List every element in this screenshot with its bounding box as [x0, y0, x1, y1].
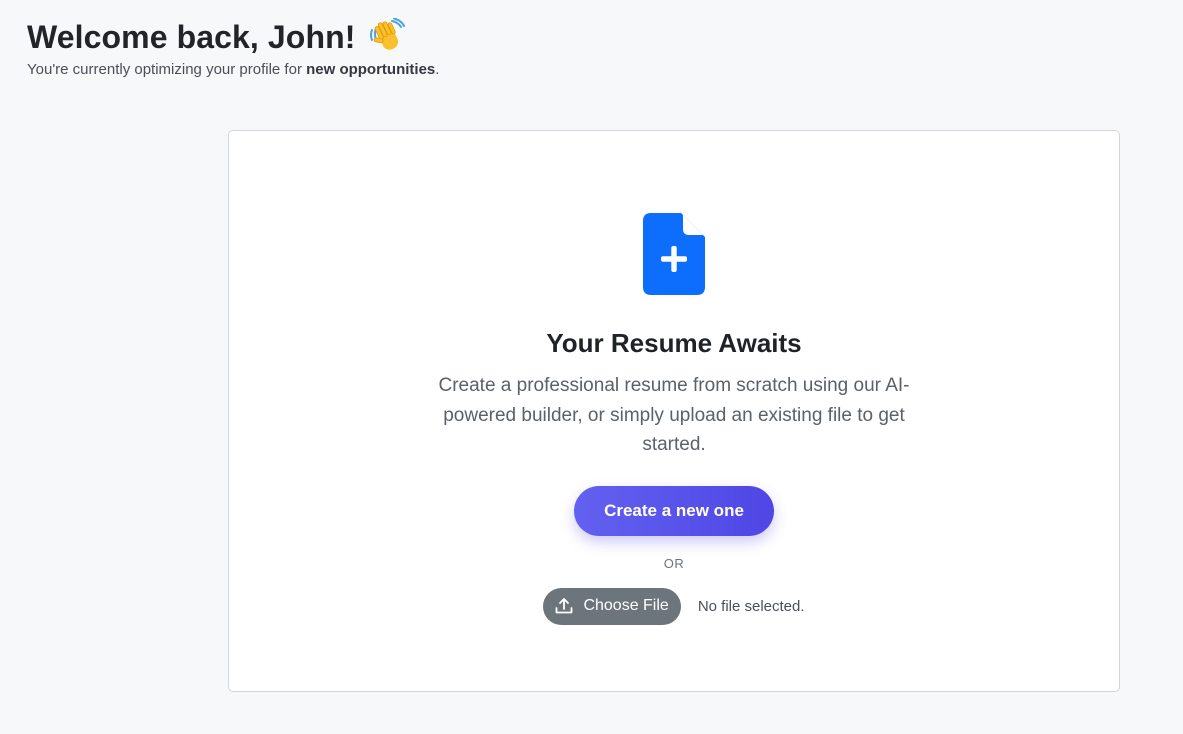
welcome-row: Welcome back, John! — [27, 15, 439, 59]
resume-card: Your Resume Awaits Create a professional… — [228, 130, 1120, 692]
choose-file-label: Choose File — [583, 597, 669, 614]
welcome-header: Welcome back, John! You're currently opt… — [27, 15, 439, 78]
file-status-text: No file selected. — [697, 597, 805, 615]
subtitle-suffix: . — [435, 61, 440, 78]
card-description: Create a professional resume from scratc… — [438, 375, 910, 455]
file-upload-row: Choose File No file selected. — [543, 587, 805, 625]
waving-hand-icon — [368, 17, 406, 56]
file-plus-icon — [643, 213, 705, 295]
welcome-subtitle: You're currently optimizing your profile… — [27, 61, 439, 78]
page: Welcome back, John! You're currently opt… — [0, 0, 1183, 734]
welcome-title: Welcome back, John! — [27, 18, 356, 55]
subtitle-prefix: You're currently optimizing your profile… — [27, 61, 307, 78]
subtitle-highlight: new opportunities — [306, 61, 436, 78]
create-new-resume-button[interactable]: Create a new one — [574, 485, 774, 536]
choose-file-button[interactable]: Choose File — [543, 587, 681, 625]
card-title: Your Resume Awaits — [546, 328, 802, 358]
upload-icon — [555, 597, 573, 615]
or-divider: OR — [663, 555, 685, 571]
resume-card-content: Your Resume Awaits Create a professional… — [229, 213, 1119, 625]
